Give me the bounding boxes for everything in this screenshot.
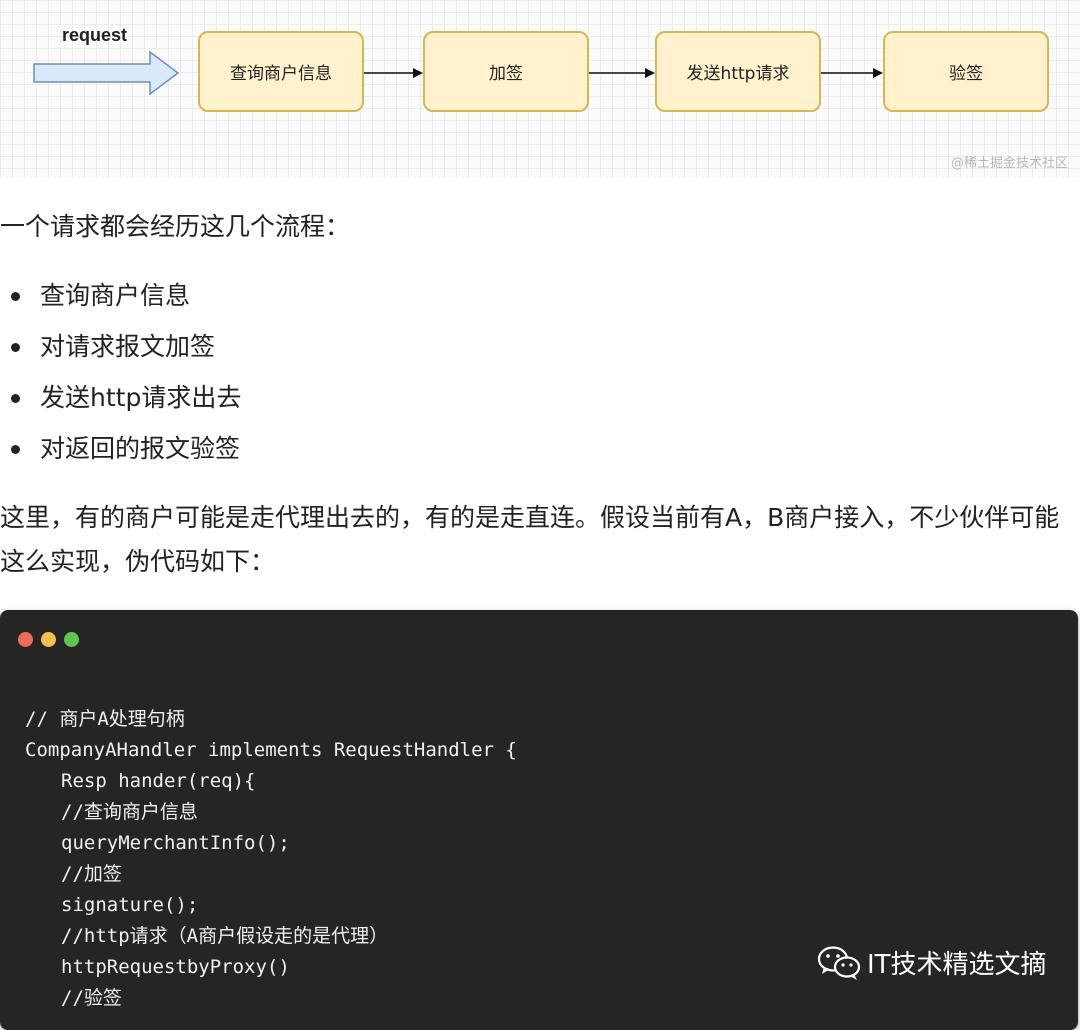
step-box-label: 查询商户信息 (230, 64, 332, 84)
list-item: 查询商户信息 (0, 270, 241, 321)
step-box-label: 加签 (489, 64, 523, 84)
connector-arrow-icon (364, 68, 423, 78)
list-item: 对返回的报文验签 (0, 423, 241, 474)
code-line: //加签 (61, 863, 122, 885)
list-item-text: 查询商户信息 (40, 281, 191, 310)
brand-text: IT技术精选文摘 (867, 950, 1047, 980)
list-item-text: 对请求报文加签 (40, 332, 216, 361)
wechat-icon (817, 945, 861, 980)
step-box-query-merchant: 查询商户信息 (198, 31, 364, 112)
brand-watermark: IT技术精选文摘 (817, 944, 1047, 981)
bullet-icon (11, 292, 20, 301)
code-lines: // 商户A处理句柄 CompanyAHandler implements Re… (25, 704, 517, 1014)
window-controls (18, 632, 79, 647)
code-line: // 商户A处理句柄 (25, 708, 185, 730)
code-line: signature(); (61, 894, 199, 916)
bullet-icon (11, 394, 20, 403)
body-paragraph: 这里，有的商户可能是走代理出去的，有的是走直连。假设当前有A，B商户接入，不少伙… (0, 503, 1060, 576)
request-arrow-icon (33, 50, 180, 96)
close-dot-icon (18, 632, 33, 647)
step-box-verify: 验签 (883, 31, 1049, 112)
list-item-text: 对返回的报文验签 (40, 434, 241, 463)
list-item: 对请求报文加签 (0, 321, 241, 372)
steps-list: 查询商户信息 对请求报文加签 发送http请求出去 对返回的报文验签 (0, 270, 241, 474)
step-box-label: 发送http请求 (686, 64, 790, 84)
code-line: //http请求（A商户假设走的是代理） (61, 925, 389, 947)
list-item-text: 发送http请求出去 (40, 383, 242, 412)
list-item: 发送http请求出去 (0, 372, 241, 423)
code-line: //查询商户信息 (61, 801, 198, 823)
maximize-dot-icon (64, 632, 79, 647)
bullet-icon (11, 343, 20, 352)
request-label: request (62, 25, 128, 45)
bullet-icon (11, 445, 20, 454)
connector-arrow-icon (589, 68, 655, 78)
code-line: Resp hander(req){ (61, 770, 256, 792)
code-line: httpRequestbyProxy() (61, 956, 290, 978)
code-line: //验签 (61, 987, 122, 1009)
intro-text: 一个请求都会经历这几个流程： (0, 212, 351, 241)
watermark: @稀土掘金技术社区 (950, 156, 1068, 171)
code-line: queryMerchantInfo(); (61, 832, 290, 854)
step-box-http-request: 发送http请求 (655, 31, 821, 112)
code-line: CompanyAHandler implements RequestHandle… (25, 739, 517, 761)
flow-diagram: request 查询商户信息 加签 发送http请求 验签 @稀土掘金技术社区 (0, 0, 1080, 178)
step-box-label: 验签 (949, 64, 983, 84)
connector-arrow-icon (821, 68, 883, 78)
step-box-sign: 加签 (423, 31, 589, 112)
minimize-dot-icon (41, 632, 56, 647)
